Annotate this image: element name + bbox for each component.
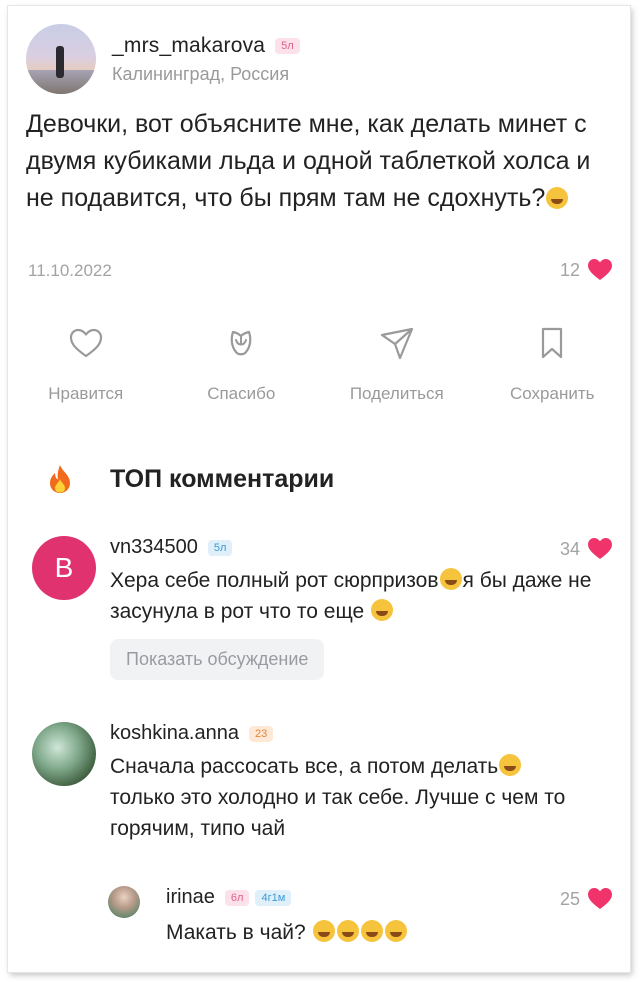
comment-username[interactable]: vn334500 bbox=[110, 536, 198, 559]
rofl-emoji-icon bbox=[312, 920, 335, 942]
comment-username[interactable]: koshkina.anna bbox=[110, 722, 239, 745]
account-age-badge: 6л bbox=[224, 889, 250, 906]
rofl-emoji-icon bbox=[384, 920, 407, 942]
heart-icon bbox=[588, 259, 612, 280]
bookmark-icon bbox=[542, 327, 563, 359]
reply-like-counter[interactable]: 25 bbox=[560, 888, 612, 910]
comment: koshkina.anna 23 Сначала рассосать все, … bbox=[32, 722, 612, 844]
account-age-badge: 5л bbox=[207, 539, 233, 556]
share-button[interactable]: Поделиться bbox=[322, 324, 472, 404]
avatar[interactable] bbox=[108, 886, 140, 918]
grimacing-emoji-icon bbox=[499, 754, 522, 776]
comment-text: Хера себе полный рот сюрпризов я бы даже … bbox=[110, 568, 592, 623]
rofl-emoji-icon bbox=[336, 920, 359, 942]
top-comments-header: ТОП комментарии bbox=[48, 464, 334, 494]
comment-text: Сначала рассосать все, а потом делать тол… bbox=[110, 754, 566, 840]
like-button[interactable]: Нравится bbox=[11, 324, 161, 404]
avatar[interactable] bbox=[26, 24, 96, 94]
send-icon bbox=[380, 327, 413, 360]
avatar[interactable] bbox=[32, 722, 96, 786]
post-card: _mrs_makarova 5л Калининград, Россия Дев… bbox=[8, 6, 630, 972]
account-age-badge: 5л bbox=[275, 37, 300, 54]
post-like-counter[interactable]: 12 bbox=[560, 259, 612, 281]
comment: B vn334500 5л Хера себе полный рот сюрпр… bbox=[32, 536, 612, 680]
top-comments-title: ТОП комментарии bbox=[110, 464, 335, 493]
post-header: _mrs_makarova 5л Калининград, Россия bbox=[26, 24, 300, 94]
account-age-badge: 4г1м bbox=[255, 889, 292, 906]
post-actions-bar: Нравится Спасибо Поделиться Сохранить bbox=[8, 324, 630, 404]
avatar[interactable]: B bbox=[32, 536, 96, 600]
comment-like-counter[interactable]: 34 bbox=[560, 538, 612, 560]
heart-icon bbox=[588, 888, 612, 909]
post-username[interactable]: _mrs_makarova bbox=[112, 34, 265, 58]
reply-text: Макать в чай? bbox=[166, 917, 612, 948]
reply-comment: irinae 6л 4г1м Макать в чай? 25 bbox=[108, 886, 612, 948]
show-discussion-button[interactable]: Показать обсуждение bbox=[110, 639, 325, 680]
grinning-squinting-emoji-icon bbox=[371, 599, 394, 621]
post-location: Калининград, Россия bbox=[112, 63, 290, 84]
tulip-icon bbox=[230, 330, 252, 356]
account-age-badge: 23 bbox=[248, 725, 274, 742]
heart-icon bbox=[588, 538, 612, 559]
post-text: Девочки, вот объясните мне, как делать м… bbox=[26, 110, 591, 212]
fire-icon bbox=[50, 465, 70, 493]
rofl-emoji-icon bbox=[360, 920, 383, 942]
post-date: 11.10.2022 bbox=[28, 261, 112, 280]
heart-outline-icon bbox=[69, 328, 102, 358]
laughing-emoji-icon bbox=[546, 187, 569, 209]
thanks-button[interactable]: Спасибо bbox=[166, 324, 316, 404]
save-button[interactable]: Сохранить bbox=[477, 324, 627, 404]
reply-username[interactable]: irinae bbox=[166, 886, 215, 909]
grinning-squinting-emoji-icon bbox=[439, 568, 462, 590]
like-count: 12 bbox=[559, 259, 580, 280]
